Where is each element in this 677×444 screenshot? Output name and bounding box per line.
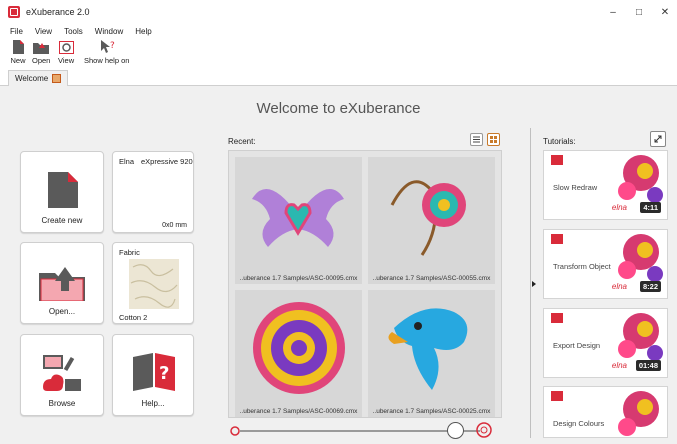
tutorial-brand: elna: [611, 361, 627, 370]
fabric-label: Fabric: [119, 248, 140, 257]
tutorial-brand: elna: [611, 282, 627, 291]
zoom-slider-handle[interactable]: [447, 422, 464, 439]
recent-item-caption: ..uberance 1.7 Samples/ASC-00055.cmx: [372, 275, 491, 282]
tutorial-title: Transform Object: [553, 262, 611, 271]
view-button[interactable]: View: [58, 40, 74, 65]
recent-item-caption: ..uberance 1.7 Samples/ASC-00025.cmx: [372, 408, 491, 415]
collapse-arrow-icon[interactable]: [532, 281, 536, 287]
grid-view-button[interactable]: [487, 133, 500, 146]
view-icon: [58, 40, 74, 54]
list-view-button[interactable]: [470, 133, 483, 146]
fabric-tile[interactable]: Fabric Cotton 2: [112, 242, 194, 324]
tutorial-title: Export Design: [553, 341, 601, 350]
hoop-size: 0x0 mm: [162, 222, 187, 229]
tutorial-card[interactable]: Transform Object elna 8:22: [543, 229, 668, 299]
panel-divider[interactable]: [530, 128, 531, 438]
tutorial-duration: 01:48: [635, 360, 661, 371]
recent-item[interactable]: ..uberance 1.7 Samples/ASC-00069.cmx: [235, 290, 362, 417]
recent-label: Recent:: [228, 137, 256, 146]
tutorial-title: Design Colours: [553, 419, 605, 428]
tutorial-title: Slow Redraw: [553, 183, 598, 192]
tutorial-duration: 8:22: [639, 281, 661, 292]
zoom-in-icon[interactable]: [474, 420, 494, 440]
tutorial-card[interactable]: Slow Redraw elna 4:11: [543, 150, 668, 220]
open-tile[interactable]: Open...: [20, 242, 104, 324]
recent-item[interactable]: ..uberance 1.7 Samples/ASC-00095.cmx: [235, 157, 362, 284]
window-title: eXuberance 2.0: [26, 7, 90, 17]
title-bar: eXuberance 2.0 – □ ✕: [0, 0, 677, 24]
open-button[interactable]: Open: [32, 40, 50, 65]
page-title: Welcome to eXuberance: [256, 100, 421, 117]
help-tile[interactable]: ? Help...: [112, 334, 194, 416]
recent-item[interactable]: ..uberance 1.7 Samples/ASC-00055.cmx: [368, 157, 495, 284]
browse-icon: [43, 355, 81, 391]
menu-help[interactable]: Help: [135, 27, 151, 36]
recent-item-caption: ..uberance 1.7 Samples/ASC-00095.cmx: [239, 275, 358, 282]
menu-file[interactable]: File: [10, 27, 23, 36]
help-pointer-icon: ?: [99, 40, 115, 54]
svg-text:?: ?: [110, 41, 115, 51]
expand-icon: [654, 135, 662, 143]
recent-panel: ..uberance 1.7 Samples/ASC-00095.cmx ..u…: [228, 150, 502, 418]
tab-bar: Welcome: [0, 68, 677, 86]
show-help-button[interactable]: ? Show help on: [84, 40, 129, 65]
design-thumbnail: [252, 189, 344, 247]
list-icon: [473, 136, 480, 143]
tutorials-label: Tutorials:: [543, 137, 576, 146]
browse-tile[interactable]: Browse: [20, 334, 104, 416]
new-button[interactable]: New: [10, 40, 26, 65]
new-document-icon: [48, 172, 78, 208]
tutorial-artwork: [615, 387, 667, 439]
design-thumbnail: [388, 308, 468, 390]
expand-tutorials-button[interactable]: [650, 131, 666, 147]
toolbar: New Open View ? Show help on: [0, 38, 677, 68]
menu-window[interactable]: Window: [95, 27, 123, 36]
machine-model: eXpressive 920: [141, 157, 193, 166]
svg-text:?: ?: [159, 363, 169, 384]
tutorial-duration: 4:11: [640, 202, 661, 213]
elna-logo-icon: [551, 391, 563, 401]
create-new-tile[interactable]: Create new: [20, 151, 104, 233]
menu-tools[interactable]: Tools: [64, 27, 83, 36]
elna-logo-icon: [551, 155, 563, 165]
close-button[interactable]: ✕: [650, 0, 677, 24]
open-folder-icon: [33, 40, 50, 54]
open-folder-icon: [39, 267, 85, 301]
elna-logo-icon: [551, 234, 563, 244]
tutorial-card[interactable]: Design Colours: [543, 386, 668, 438]
tab-welcome[interactable]: Welcome: [8, 70, 69, 86]
tab-welcome-label: Welcome: [15, 74, 49, 83]
zoom-slider-track[interactable]: [240, 430, 480, 432]
fabric-name: Cotton 2: [119, 313, 148, 322]
new-document-icon: [10, 40, 26, 54]
grid-icon: [490, 136, 497, 143]
recent-item-caption: ..uberance 1.7 Samples/ASC-00069.cmx: [239, 408, 358, 415]
fabric-swatch: [129, 259, 179, 309]
tutorial-brand: elna: [611, 203, 627, 212]
app-logo-icon: [8, 6, 20, 18]
welcome-tab-icon: [52, 74, 62, 83]
elna-logo-icon: [551, 313, 563, 323]
help-book-icon: ?: [133, 353, 175, 391]
menu-bar: File View Tools Window Help: [0, 24, 677, 38]
machine-name: Elna: [119, 157, 135, 166]
design-thumbnail: [253, 302, 345, 394]
recent-item[interactable]: ..uberance 1.7 Samples/ASC-00025.cmx: [368, 290, 495, 417]
design-thumbnail: [390, 180, 466, 256]
tutorial-card[interactable]: Export Design elna 01:48: [543, 308, 668, 378]
menu-view[interactable]: View: [35, 27, 52, 36]
machine-tile[interactable]: Elna eXpressive 920 0x0 mm: [112, 151, 194, 233]
